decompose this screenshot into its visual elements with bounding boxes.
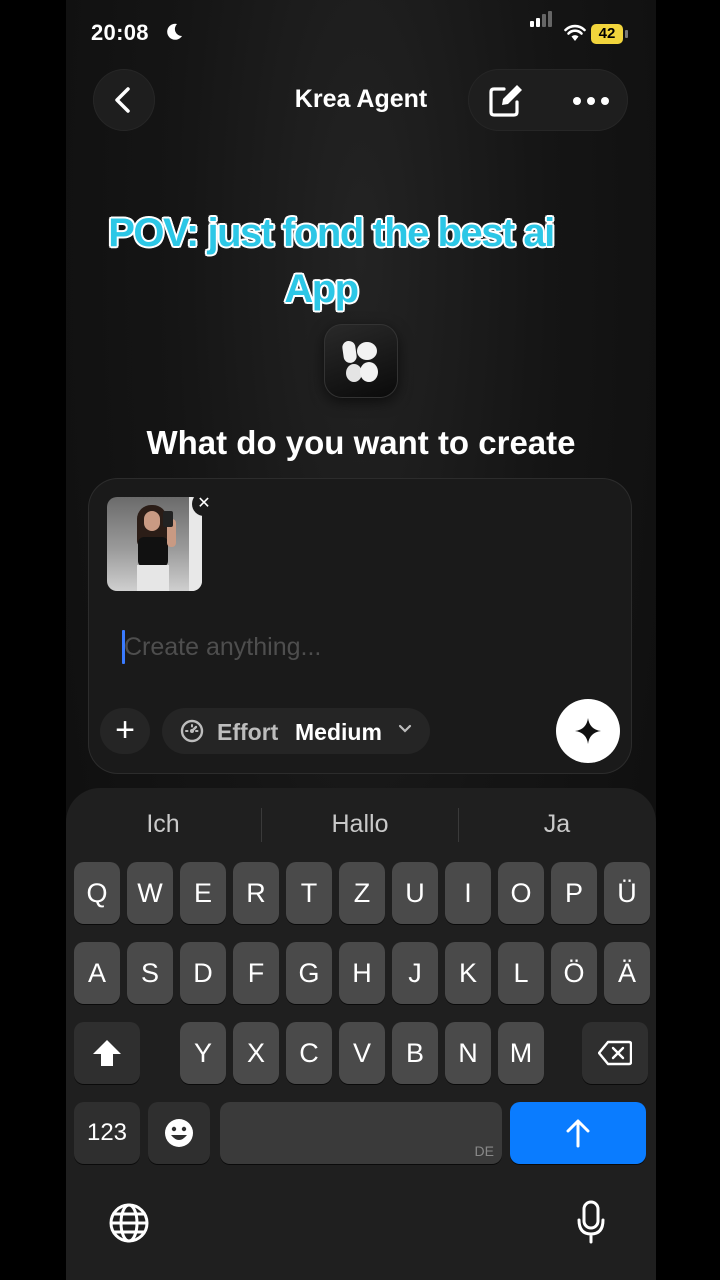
suggestion-2[interactable]: Hallo <box>265 810 455 839</box>
key-l[interactable]: L <box>498 942 544 1004</box>
main-headline: What do you want to create <box>146 424 576 461</box>
remove-image-button[interactable]: ✕ <box>192 492 216 516</box>
key-b[interactable]: B <box>392 1022 438 1084</box>
gauge-icon <box>180 719 204 743</box>
app-screen: 20:08 42 Krea Agent POV: just fond the b… <box>66 0 656 1280</box>
key-s[interactable]: S <box>127 942 173 1004</box>
moon-icon <box>167 23 182 40</box>
return-key[interactable] <box>510 1102 646 1164</box>
key-ü[interactable]: Ü <box>604 862 650 924</box>
video-caption: POV: just fond the best ai App <box>66 205 656 317</box>
key-p[interactable]: P <box>551 862 597 924</box>
add-attachment-button[interactable]: + <box>100 708 150 754</box>
key-d[interactable]: D <box>180 942 226 1004</box>
shift-key[interactable] <box>74 1022 140 1084</box>
header-actions <box>468 69 628 131</box>
krea-logo <box>324 324 398 398</box>
effort-value: Medium <box>295 719 382 745</box>
compose-icon[interactable] <box>486 83 526 119</box>
emoji-icon <box>165 1119 193 1147</box>
suggestion-3[interactable]: Ja <box>462 810 652 839</box>
key-i[interactable]: I <box>445 862 491 924</box>
sparkle-icon <box>575 718 601 744</box>
chevron-down-icon <box>398 724 412 733</box>
suggestion-1[interactable]: Ich <box>68 810 258 839</box>
key-k[interactable]: K <box>445 942 491 1004</box>
key-o[interactable]: O <box>498 862 544 924</box>
caption-line-2: App <box>284 267 359 311</box>
keyboard: Ich Hallo Ja QWERTZUIOPÜ ASDFGHJKLÖÄ YXC… <box>66 788 656 1280</box>
ellipsis-icon[interactable] <box>572 96 610 106</box>
globe-icon[interactable] <box>108 1202 150 1244</box>
space-key[interactable]: DE <box>220 1102 502 1164</box>
effort-selector[interactable]: Effort Medium <box>162 708 430 754</box>
emoji-key[interactable] <box>148 1102 210 1164</box>
key-j[interactable]: J <box>392 942 438 1004</box>
key-c[interactable]: C <box>286 1022 332 1084</box>
krea-logo-icon <box>342 340 378 382</box>
key-a[interactable]: A <box>74 942 120 1004</box>
caption-line-1: POV: just fond the best ai <box>108 211 555 255</box>
wifi-icon <box>564 24 586 41</box>
prompt-input[interactable] <box>124 628 584 666</box>
key-v[interactable]: V <box>339 1022 385 1084</box>
text-caret <box>122 630 125 664</box>
key-w[interactable]: W <box>127 862 173 924</box>
arrow-up-icon <box>566 1119 590 1148</box>
attached-image-thumbnail[interactable] <box>107 497 202 591</box>
key-x[interactable]: X <box>233 1022 279 1084</box>
key-r[interactable]: R <box>233 862 279 924</box>
delete-key[interactable] <box>582 1022 648 1084</box>
key-ö[interactable]: Ö <box>551 942 597 1004</box>
key-ä[interactable]: Ä <box>604 942 650 1004</box>
key-n[interactable]: N <box>445 1022 491 1084</box>
key-e[interactable]: E <box>180 862 226 924</box>
prompt-card: ✕ + Effort Medium <box>88 478 632 774</box>
status-time: 20:08 <box>91 20 149 45</box>
shift-icon <box>93 1040 121 1066</box>
microphone-icon[interactable] <box>576 1200 606 1244</box>
key-t[interactable]: T <box>286 862 332 924</box>
backspace-icon <box>597 1040 633 1066</box>
key-y[interactable]: Y <box>180 1022 226 1084</box>
effort-label: Effort <box>217 719 279 745</box>
key-h[interactable]: H <box>339 942 385 1004</box>
battery-level: 42 <box>591 24 623 44</box>
key-u[interactable]: U <box>392 862 438 924</box>
key-z[interactable]: Z <box>339 862 385 924</box>
key-f[interactable]: F <box>233 942 279 1004</box>
battery-icon: 42 <box>591 24 629 46</box>
key-m[interactable]: M <box>498 1022 544 1084</box>
generate-button[interactable] <box>556 699 620 763</box>
keyboard-language: DE <box>474 1143 494 1159</box>
numbers-key[interactable]: 123 <box>74 1102 140 1164</box>
key-q[interactable]: Q <box>74 862 120 924</box>
key-g[interactable]: G <box>286 942 332 1004</box>
